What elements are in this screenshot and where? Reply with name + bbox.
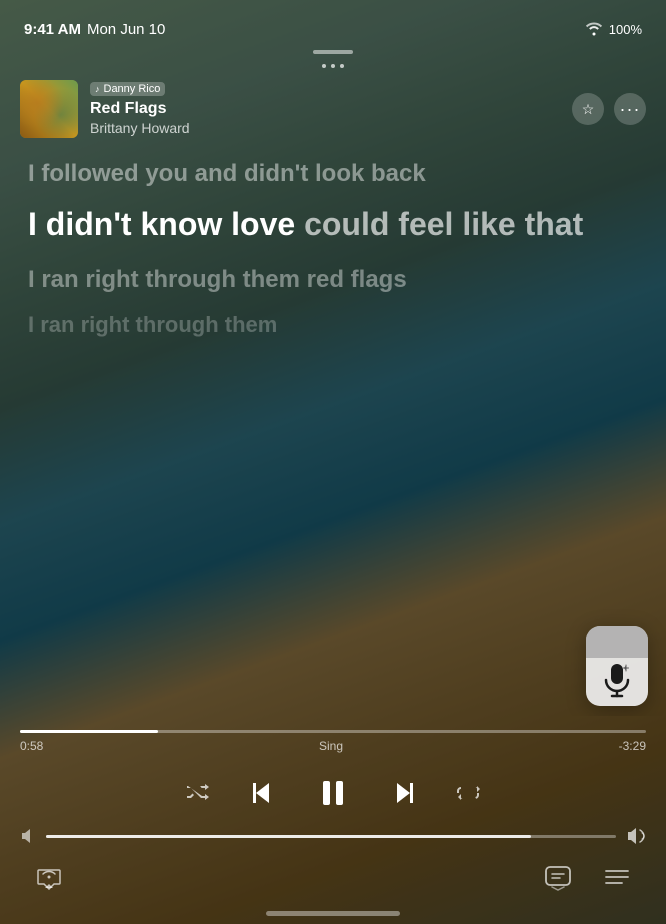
album-art <box>20 80 78 138</box>
status-time: 9:41 AM <box>24 21 81 38</box>
battery-icon: 100% <box>609 22 642 37</box>
star-button[interactable]: ☆ <box>572 93 604 125</box>
lyric-future-2: I ran right through them <box>28 311 638 340</box>
more-button[interactable]: ··· <box>614 93 646 125</box>
now-playing-header: ♪ Danny Rico Red Flags Brittany Howard ☆… <box>0 76 666 148</box>
next-button[interactable] <box>389 777 421 809</box>
star-icon: ☆ <box>582 101 595 118</box>
volume-area <box>0 823 666 857</box>
header-actions: ☆ ··· <box>572 93 646 125</box>
progress-bar[interactable] <box>20 730 646 733</box>
more-icon: ··· <box>620 99 641 120</box>
volume-fill <box>46 835 531 838</box>
progress-labels: 0:58 Sing -3:29 <box>20 739 646 753</box>
sing-button-handle <box>586 626 648 658</box>
progress-area: 0:58 Sing -3:29 <box>0 716 666 759</box>
lyrics-button[interactable] <box>544 865 572 891</box>
queue-button[interactable] <box>604 867 630 889</box>
status-right: 100% <box>585 22 642 37</box>
lyric-past: I followed you and didn't look back <box>28 158 638 189</box>
lyric-current-bold: I didn't know love <box>28 206 304 242</box>
dj-name: Danny Rico <box>104 83 161 95</box>
time-elapsed: 0:58 <box>20 739 43 753</box>
lyric-current: I didn't know love could feel like that <box>28 205 638 243</box>
pause-button[interactable] <box>313 773 353 813</box>
lyric-future-1: I ran right through them red flags <box>28 264 638 295</box>
sing-button[interactable] <box>586 626 648 706</box>
bottom-bar <box>0 857 666 911</box>
shuffle-button[interactable] <box>185 783 209 803</box>
repeat-button[interactable] <box>457 782 481 804</box>
top-menu <box>0 60 666 76</box>
lyrics-area: I followed you and didn't look back I di… <box>0 148 666 716</box>
volume-slider[interactable] <box>46 835 616 838</box>
mic-icon <box>602 662 632 698</box>
dj-icon: ♪ <box>95 84 100 94</box>
drag-indicator <box>0 44 666 60</box>
lyric-current-dim: could feel like that <box>304 206 583 242</box>
airplay-button[interactable] <box>36 866 62 890</box>
home-indicator <box>0 911 666 924</box>
playback-controls <box>0 759 666 823</box>
track-artist: Brittany Howard <box>90 120 190 136</box>
progress-fill <box>20 730 158 733</box>
dj-badge: ♪ Danny Rico <box>90 82 165 96</box>
previous-button[interactable] <box>245 777 277 809</box>
wifi-icon <box>585 22 603 36</box>
status-bar: 9:41 AM Mon Jun 10 100% <box>0 0 666 44</box>
mic-icon-container <box>602 662 632 698</box>
volume-low-icon <box>20 828 36 844</box>
volume-high-icon <box>626 827 646 845</box>
sing-label: Sing <box>319 739 343 753</box>
track-info: ♪ Danny Rico Red Flags Brittany Howard <box>90 82 190 135</box>
album-info: ♪ Danny Rico Red Flags Brittany Howard <box>20 80 190 138</box>
home-bar <box>266 911 400 916</box>
time-remaining: -3:29 <box>619 739 646 753</box>
track-title: Red Flags <box>90 99 190 118</box>
status-date: Mon Jun 10 <box>87 21 165 38</box>
